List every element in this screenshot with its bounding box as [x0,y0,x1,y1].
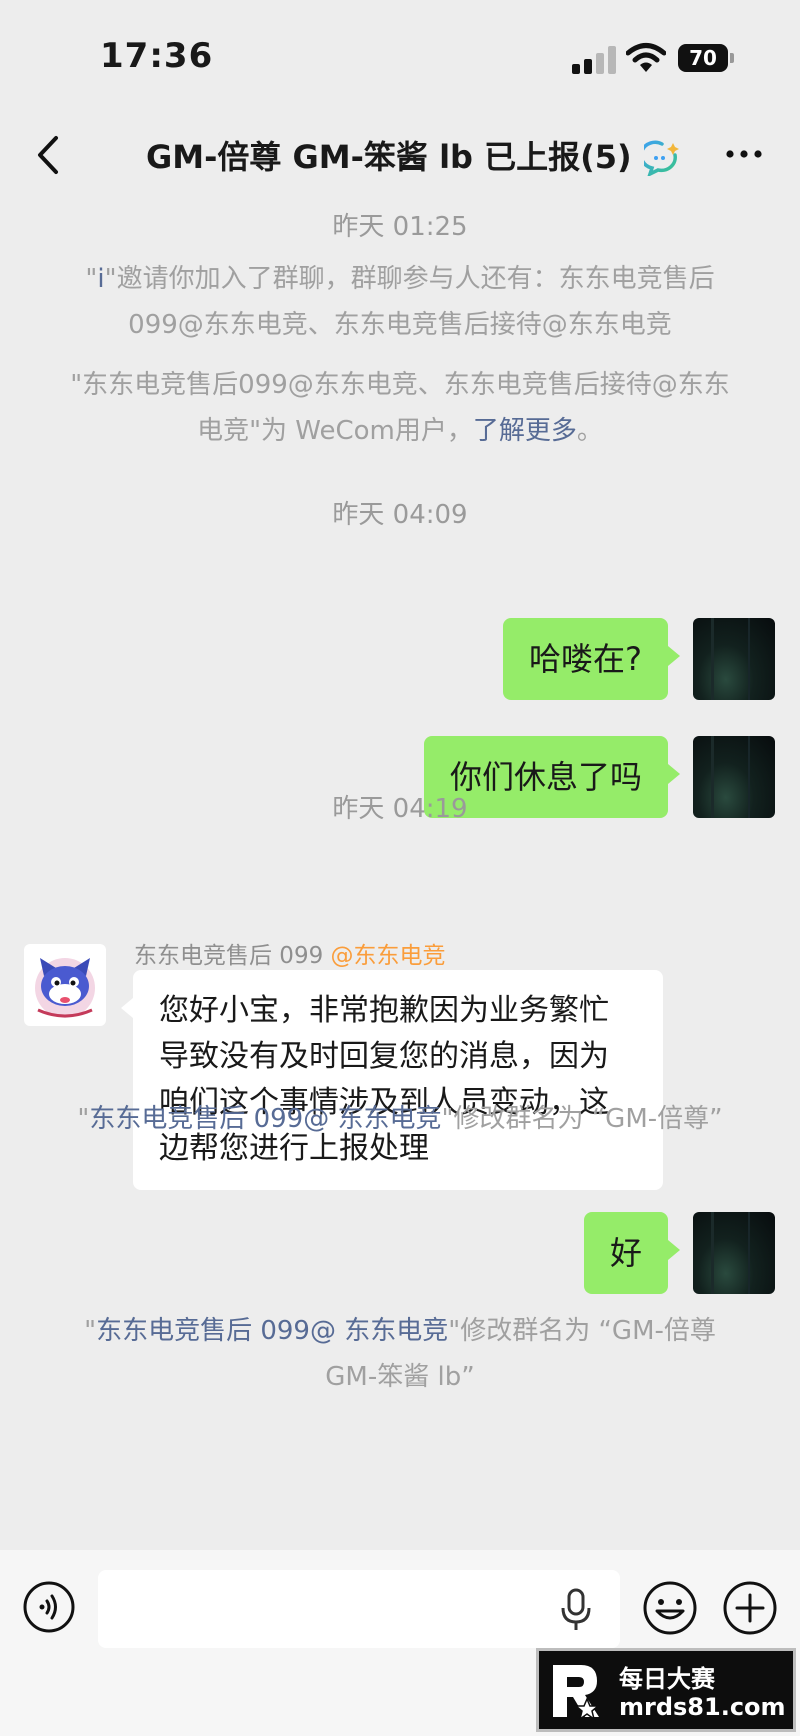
system-message-rename: "东东电竞售后 099@ 东东电竞"修改群名为 “GM-倍尊” [60,1096,740,1142]
status-bar: 17:36 70 [0,0,800,110]
voice-icon[interactable] [22,1580,76,1634]
plus-icon[interactable] [722,1580,778,1636]
avatar-self[interactable] [693,1212,775,1294]
rename-actor[interactable]: 东东电竞售后 099@ 东东电竞 [89,1104,441,1134]
message-input[interactable] [98,1570,620,1648]
battery-indicator: 70 [678,44,734,72]
agent-org: @东东电竞 [330,943,446,969]
watermark-title: 每日大赛 [619,1665,715,1693]
timestamp: 昨天 01:25 [332,212,468,242]
invite-text: "邀请你加入了群聊，群聊参与人还有：东东电竞售后099@东东电竞、东东电竞售后接… [104,264,715,340]
wifi-icon [626,43,666,72]
learn-more-link[interactable]: 了解更多 [473,416,577,446]
nav-bar: GM-倍尊 GM-笨酱 lb 已上报(5) [0,110,800,200]
cat-avatar-icon [35,958,95,1018]
more-icon[interactable] [722,132,766,176]
chat-title: GM-倍尊 GM-笨酱 lb 已上报(5) [146,138,632,176]
timestamp: 昨天 04:19 [332,794,468,824]
rename-text: "修改群名为 “GM-倍尊” [441,1104,723,1134]
inviter-name[interactable]: i [97,264,104,294]
watermark: 每日大赛 mrds81.com [536,1648,796,1732]
emoji-icon[interactable] [642,1580,698,1636]
outgoing-message[interactable]: 好 [583,1212,681,1294]
incoming-message[interactable]: 您好小宝，非常抱歉因为业务繁忙导致没有及时回复您的消息，因为咱们这个事情涉及到人… [121,970,663,1190]
wecom-text: "东东电竞售后099@东东电竞、东东电竞售后接待@东东电竞"为 WeCom用户， [70,370,730,446]
watermark-url: mrds81.com [619,1693,786,1721]
system-message-invite: "i"邀请你加入了群聊，群聊参与人还有：东东电竞售后099@东东电竞、东东电竞售… [60,256,740,348]
chat-area[interactable]: 昨天 01:25 "i"邀请你加入了群聊，群聊参与人还有：东东电竞售后099@东… [0,200,800,1550]
quote-mark: " [84,1316,97,1346]
agent-name: 东东电竞售后 099 [134,943,331,969]
timestamp: 昨天 04:09 [332,500,468,530]
quote-mark: " [85,264,98,294]
back-icon[interactable] [30,130,70,180]
outgoing-message[interactable]: 哈喽在? [503,618,680,700]
avatar-agent[interactable] [24,944,106,1026]
watermark-logo-icon [553,1665,601,1721]
status-time: 17:36 [100,36,214,76]
rename-actor[interactable]: 东东电竞售后 099@ 东东电竞 [96,1316,448,1346]
wecom-end: 。 [576,416,603,446]
mic-icon[interactable] [560,1588,592,1632]
signal-icon [572,46,616,74]
ai-assistant-icon[interactable] [644,140,680,176]
quote-mark: " [77,1104,90,1134]
system-message-rename: "东东电竞售后 099@ 东东电竞"修改群名为 “GM-倍尊 GM-笨酱 lb” [60,1308,740,1400]
avatar-self[interactable] [693,618,775,700]
sender-name: 东东电竞售后 099 @东东电竞 [134,936,446,970]
system-message-wecom: "东东电竞售后099@东东电竞、东东电竞售后接待@东东电竞"为 WeCom用户，… [60,362,740,454]
